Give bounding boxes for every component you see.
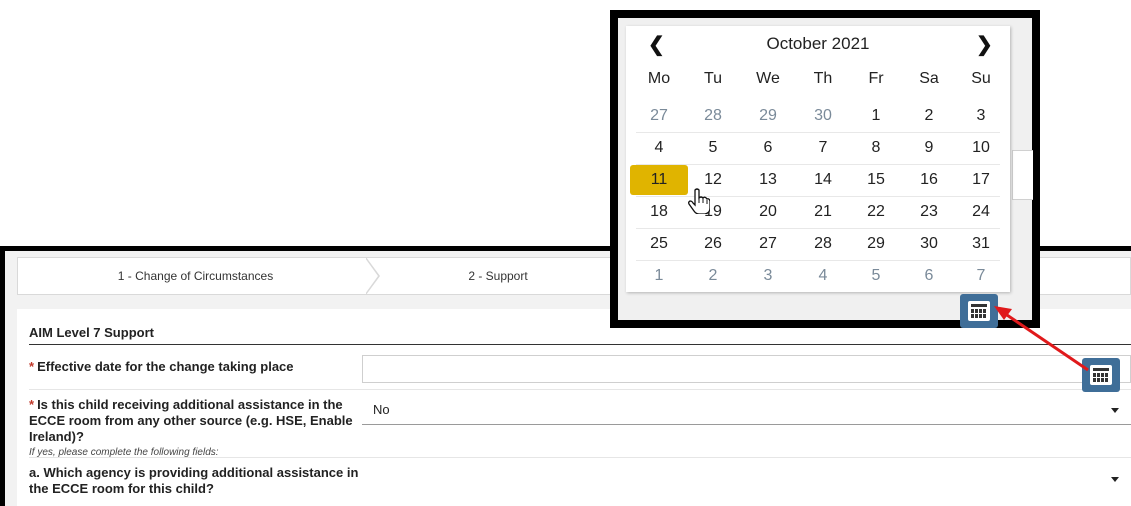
calendar-day[interactable]: 30 [906, 229, 952, 259]
calendar-day[interactable]: 7 [958, 261, 1004, 291]
calendar-icon [968, 301, 990, 321]
calendar-day[interactable]: 29 [745, 101, 791, 131]
calendar-day[interactable]: 28 [690, 101, 736, 131]
required-mark: * [29, 359, 35, 374]
calendar-day[interactable]: 8 [853, 133, 899, 163]
calendar-icon [1090, 365, 1112, 385]
calendar-day[interactable]: 16 [906, 165, 952, 195]
calendar-day[interactable]: 5 [690, 133, 736, 163]
required-mark: * [29, 397, 35, 412]
calendar-day[interactable]: 27 [745, 229, 791, 259]
chevron-down-icon[interactable] [1111, 477, 1119, 482]
calendar-backdrop: ❮ October 2021 ❯ Mo Tu We Th Fr Sa Su 27 28 29 30… [618, 18, 1033, 328]
weekday-label: Sa [919, 70, 939, 87]
calendar-day[interactable]: 9 [906, 133, 952, 163]
calendar-day[interactable]: 31 [958, 229, 1004, 259]
next-month-button[interactable]: ❯ [976, 32, 993, 57]
weekday-label: Tu [703, 70, 723, 87]
calendar-day[interactable]: 24 [958, 197, 1004, 227]
select-underline [362, 424, 1131, 425]
calendar-day[interactable]: 28 [800, 229, 846, 259]
calendar-day[interactable]: 1 [853, 101, 899, 131]
weekday-label: Th [813, 70, 833, 87]
weekday-label: We [756, 70, 780, 87]
calendar-day[interactable]: 14 [800, 165, 846, 195]
calendar-day[interactable]: 27 [636, 101, 682, 131]
background-input [1012, 150, 1033, 200]
step-support[interactable]: 2 - Support [373, 258, 623, 294]
calendar-day[interactable]: 21 [800, 197, 846, 227]
agency-label: a. Which agency is providing additional … [29, 465, 359, 496]
calendar-day[interactable]: 29 [853, 229, 899, 259]
calendar-day[interactable]: 6 [745, 133, 791, 163]
calendar-day[interactable]: 23 [906, 197, 952, 227]
calendar-day[interactable]: 3 [958, 101, 1004, 131]
calendar-day[interactable]: 1 [636, 261, 682, 291]
calendar-day[interactable]: 10 [958, 133, 1004, 163]
additional-assistance-select[interactable]: No [373, 402, 390, 417]
row-divider [29, 389, 1131, 390]
month-title[interactable]: October 2021 [626, 34, 1010, 54]
calendar-day[interactable]: 11 [630, 165, 688, 195]
effective-date-label: * Effective date for the change taking pl… [29, 359, 294, 374]
step-change-of-circumstances[interactable]: 1 - Change of Circumstances [18, 258, 373, 294]
section-title: AIM Level 7 Support [29, 325, 154, 340]
section-divider [29, 344, 1131, 345]
calendar-day[interactable]: 2 [690, 261, 736, 291]
calendar-day[interactable]: 3 [745, 261, 791, 291]
calendar-day[interactable]: 7 [800, 133, 846, 163]
additional-assistance-label: * Is this child receiving additional assi… [29, 397, 364, 461]
weekday-label: Fr [868, 70, 884, 87]
calendar-day[interactable]: 22 [853, 197, 899, 227]
calendar-day[interactable]: 26 [690, 229, 736, 259]
row-divider [29, 457, 1131, 458]
datepicker: ❮ October 2021 ❯ Mo Tu We Th Fr Sa Su 27 28 29 30… [626, 26, 1010, 292]
calendar-day[interactable]: 5 [853, 261, 899, 291]
weekday-label: Mo [647, 70, 671, 87]
calendar-day[interactable]: 18 [636, 197, 682, 227]
calendar-day[interactable]: 4 [636, 133, 682, 163]
form-body: AIM Level 7 Support * Effective date for … [17, 309, 1131, 506]
calendar-day[interactable]: 4 [800, 261, 846, 291]
chevron-down-icon[interactable] [1111, 408, 1119, 413]
calendar-day[interactable]: 2 [906, 101, 952, 131]
calendar-day[interactable]: 30 [800, 101, 846, 131]
help-text: If yes, please complete the following fi… [29, 447, 219, 458]
calendar-day[interactable]: 15 [853, 165, 899, 195]
calendar-day[interactable]: 25 [636, 229, 682, 259]
calendar-day[interactable]: 6 [906, 261, 952, 291]
calendar-day[interactable]: 20 [745, 197, 791, 227]
weekday-label: Su [971, 70, 991, 87]
calendar-day[interactable]: 13 [745, 165, 791, 195]
calendar-day[interactable]: 17 [958, 165, 1004, 195]
effective-date-calendar-button[interactable] [1082, 358, 1120, 392]
open-calendar-button[interactable] [960, 294, 998, 328]
effective-date-input[interactable] [362, 355, 1131, 383]
hand-pointer-icon [688, 188, 710, 214]
calendar-screenshot: ❮ October 2021 ❯ Mo Tu We Th Fr Sa Su 27 28 29 30… [610, 10, 1040, 328]
